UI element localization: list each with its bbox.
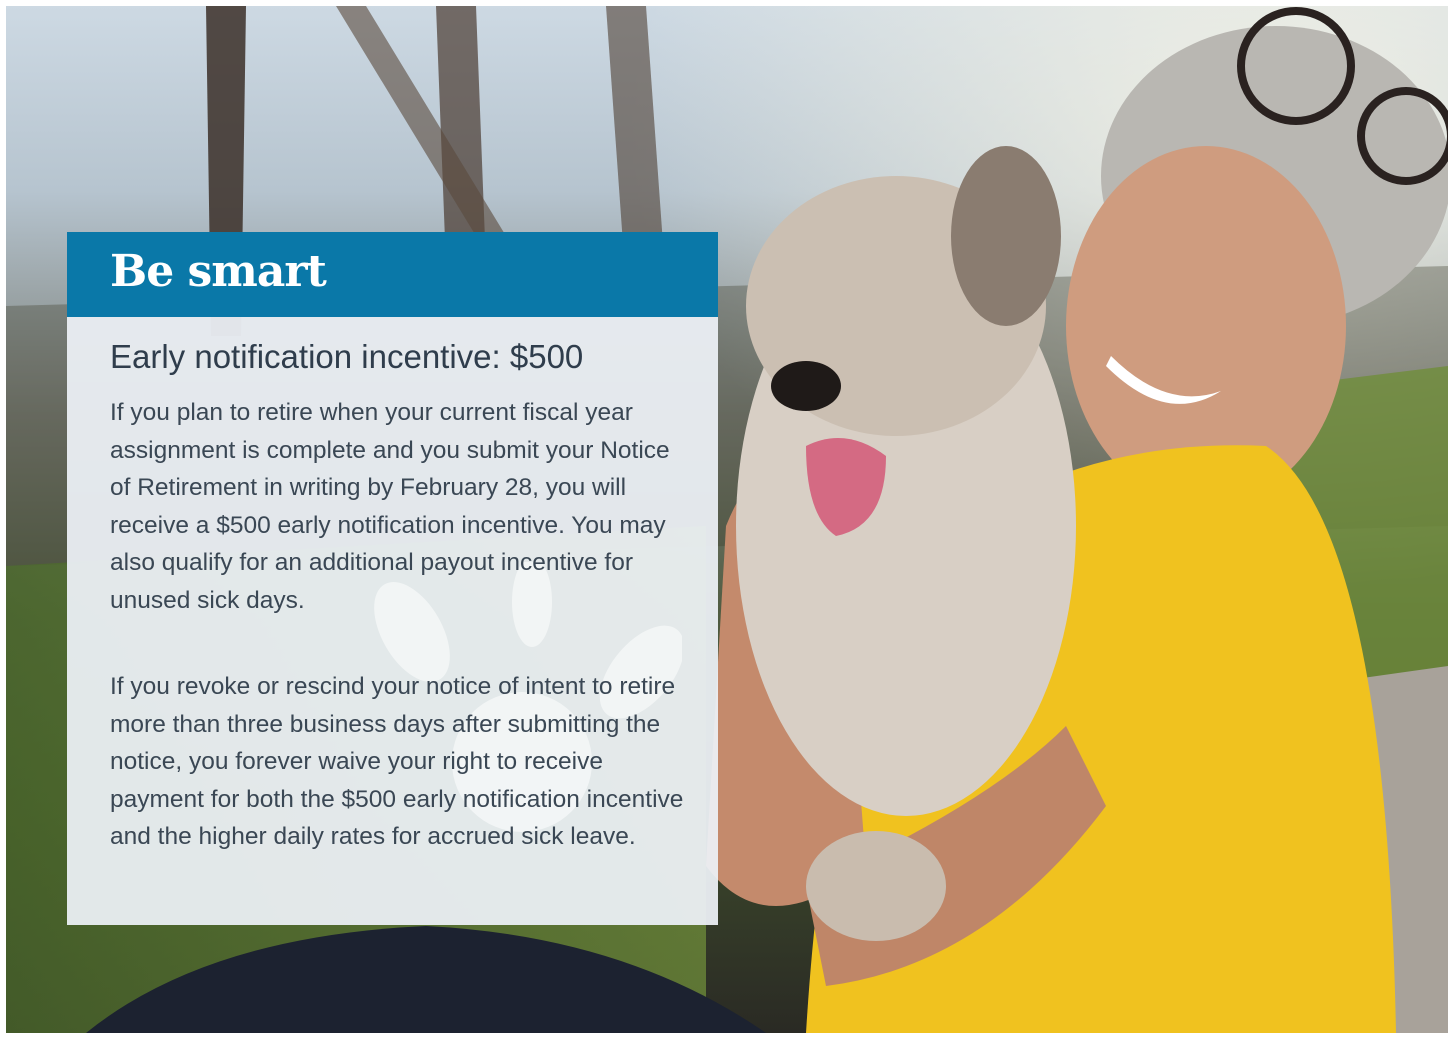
card-title: Be smart — [110, 246, 327, 297]
card-subtitle: Early notification incentive: $500 — [110, 338, 584, 375]
info-card: Be smart Early notification incentive: $… — [67, 232, 718, 925]
card-paragraph-2: If you revoke or rescind your notice of … — [110, 673, 684, 850]
card-header: Be smart — [67, 232, 718, 317]
card-paragraph-1: If you plan to retire when your current … — [110, 399, 670, 614]
